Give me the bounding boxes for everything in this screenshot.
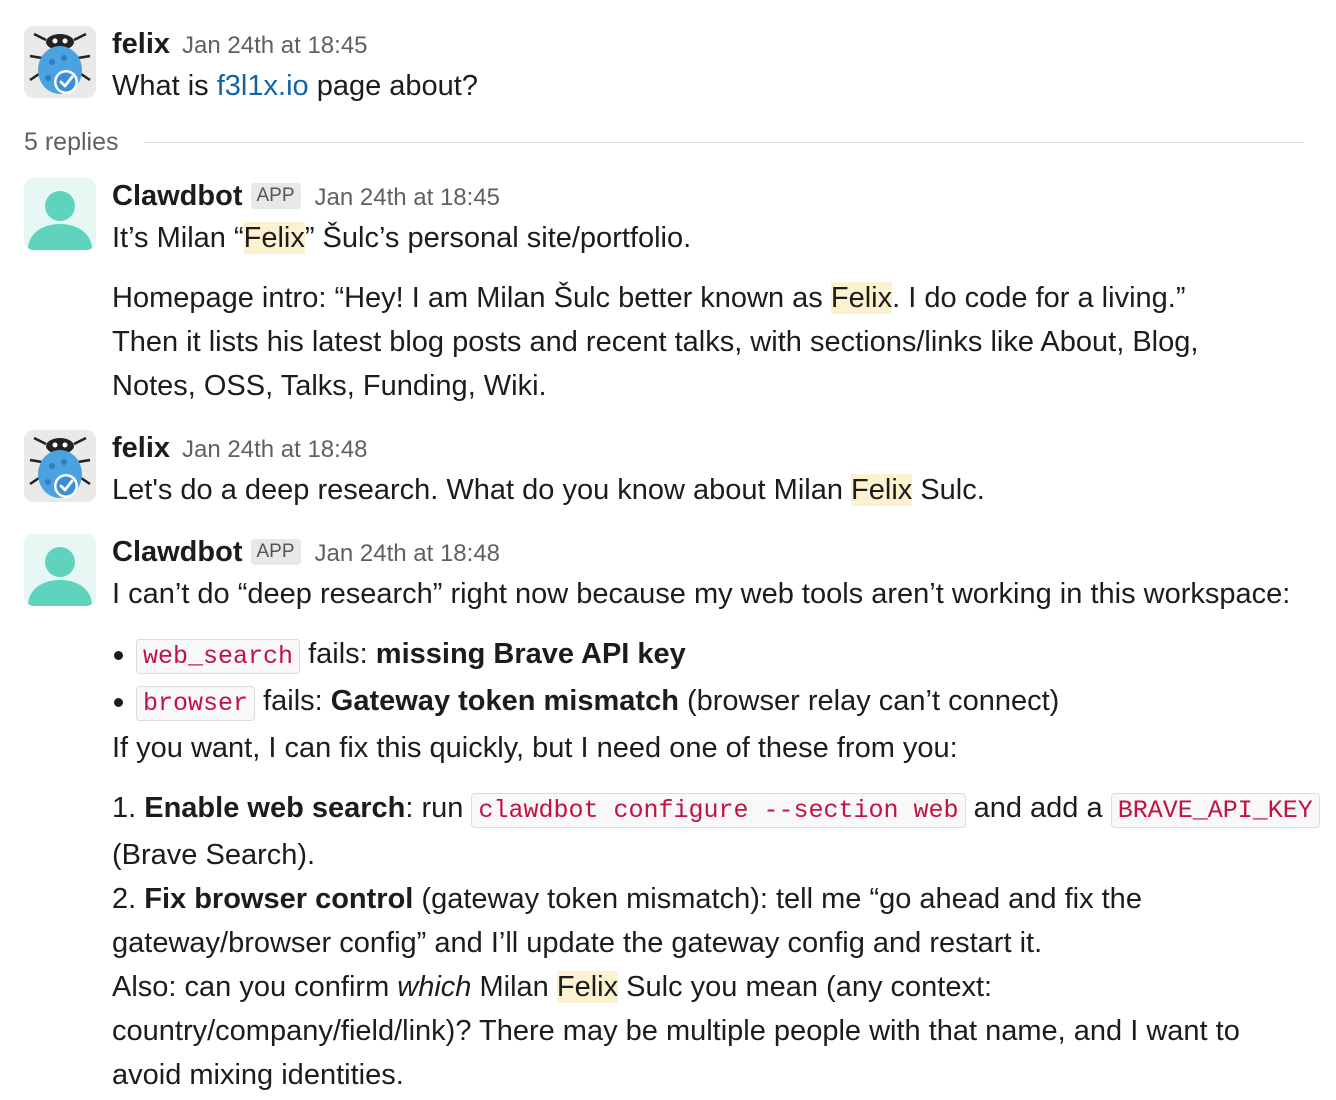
clawdbot-avatar[interactable] xyxy=(24,534,96,606)
bold-text: Gateway token mismatch xyxy=(330,685,679,717)
message-text: What is f3l1x.io page about? xyxy=(112,64,1316,108)
bold-text: missing Brave API key xyxy=(375,638,686,670)
highlighted-name: Felix xyxy=(851,474,913,506)
felix-avatar[interactable] xyxy=(24,26,96,98)
message-text: Homepage intro: “Hey! I am Milan Šulc be… xyxy=(112,276,1316,320)
author-name[interactable]: Clawdbot xyxy=(112,180,243,212)
site-link[interactable]: f3l1x.io xyxy=(217,70,309,102)
item-number: 2. xyxy=(112,883,145,915)
default-person-icon xyxy=(24,178,96,250)
bug-checkmark-icon xyxy=(24,26,96,98)
felix-avatar[interactable] xyxy=(24,430,96,502)
text-segment: It’s Milan “ xyxy=(112,222,244,254)
inline-code: clawdbot configure --section web xyxy=(471,793,966,828)
text-segment: and add a xyxy=(965,792,1111,824)
text-segment: . I do code for a living.” xyxy=(892,282,1186,314)
item-number: 1. xyxy=(112,792,145,824)
timestamp[interactable]: Jan 24th at 18:48 xyxy=(315,540,500,567)
message-text: I can’t do “deep research” right now bec… xyxy=(112,578,1291,610)
app-badge: APP xyxy=(250,539,301,565)
text-segment: fails: xyxy=(255,685,331,717)
message-text: Let's do a deep research. What do you kn… xyxy=(112,468,1316,512)
message-content: felix Jan 24th at 18:48 Let's do a deep r… xyxy=(112,428,1316,512)
text-segment: page about? xyxy=(308,70,478,102)
clawdbot-avatar[interactable] xyxy=(24,178,96,250)
bullet-dot xyxy=(114,698,123,707)
numbered-item-1: 1. Enable web search: run clawdbot confi… xyxy=(112,786,1320,833)
italic-text: which xyxy=(397,971,472,1003)
author-name[interactable]: felix xyxy=(112,432,170,464)
message-text: It’s Milan “Felix” Šulc’s personal site/… xyxy=(112,216,1316,260)
inline-code: web_search xyxy=(136,639,301,674)
bold-text: Fix browser control xyxy=(144,883,414,915)
timestamp[interactable]: Jan 24th at 18:45 xyxy=(315,184,500,211)
divider-line xyxy=(144,142,1304,143)
inline-code: browser xyxy=(136,686,256,721)
list-item: browser fails: Gateway token mismatch (b… xyxy=(112,679,1316,726)
message-content: felix Jan 24th at 18:45 What is f3l1x.io … xyxy=(112,24,1316,108)
numbered-item-2: 2. Fix browser control (gateway token mi… xyxy=(112,877,1316,921)
text-segment: fails: xyxy=(300,638,376,670)
message-content: Clawdbot APP Jan 24th at 18:48 I can’t do … xyxy=(112,532,1320,1097)
bug-checkmark-icon xyxy=(24,430,96,502)
message-header: Clawdbot APP Jan 24th at 18:45 xyxy=(112,176,1316,216)
text-segment: Sulc you mean (any context: xyxy=(618,971,993,1003)
default-person-icon xyxy=(24,534,96,606)
thread-replies-divider: 5 replies xyxy=(24,122,1304,162)
message-header: felix Jan 24th at 18:45 xyxy=(112,24,1316,64)
replies-count[interactable]: 5 replies xyxy=(24,122,139,162)
message-header: felix Jan 24th at 18:48 xyxy=(112,428,1316,468)
message-header: Clawdbot APP Jan 24th at 18:48 xyxy=(112,532,1316,572)
inline-code: BRAVE_API_KEY xyxy=(1110,793,1320,828)
text-segment: Let's do a deep research. What do you kn… xyxy=(112,474,852,506)
bold-text: Enable web search xyxy=(144,792,406,824)
text-segment: (gateway token mismatch): tell me “go ah… xyxy=(413,883,1142,915)
text-segment: What is xyxy=(112,70,217,102)
text-segment: (browser relay can’t connect) xyxy=(678,685,1060,717)
bullet-list: web_search fails: missing Brave API key … xyxy=(112,632,1316,726)
highlighted-name: Felix xyxy=(830,282,893,314)
author-name[interactable]: Clawdbot xyxy=(112,536,243,568)
message-text: Also: can you confirm which Milan Felix … xyxy=(112,965,1316,1009)
message-text: If you want, I can fix this quickly, but… xyxy=(112,732,958,764)
text-segment: Homepage intro: “Hey! I am Milan Šulc be… xyxy=(112,282,831,314)
highlighted-name: Felix xyxy=(243,222,305,254)
message-text: Then it lists his latest blog posts and … xyxy=(112,326,1199,358)
author-name[interactable]: felix xyxy=(112,28,170,60)
text-segment: : run xyxy=(405,792,472,824)
message-text: Notes, OSS, Talks, Funding, Wiki. xyxy=(112,370,547,402)
timestamp[interactable]: Jan 24th at 18:45 xyxy=(182,32,367,59)
timestamp[interactable]: Jan 24th at 18:48 xyxy=(182,436,367,463)
highlighted-name: Felix xyxy=(556,971,619,1003)
message-text: (Brave Search). xyxy=(112,839,316,871)
text-segment: Also: can you confirm xyxy=(112,971,398,1003)
message-text: country/company/field/link)? There may b… xyxy=(112,1015,1240,1047)
message-text: gateway/browser config” and I’ll update … xyxy=(112,927,1043,959)
text-segment: ” Šulc’s personal site/portfolio. xyxy=(304,222,692,254)
text-segment: Milan xyxy=(471,971,557,1003)
message-text: avoid mixing identities. xyxy=(112,1059,404,1091)
app-badge: APP xyxy=(250,183,301,209)
text-segment: Sulc. xyxy=(912,474,985,506)
message-content: Clawdbot APP Jan 24th at 18:45 It’s Milan … xyxy=(112,176,1316,408)
bullet-dot xyxy=(114,651,123,660)
list-item: web_search fails: missing Brave API key xyxy=(112,632,1316,679)
